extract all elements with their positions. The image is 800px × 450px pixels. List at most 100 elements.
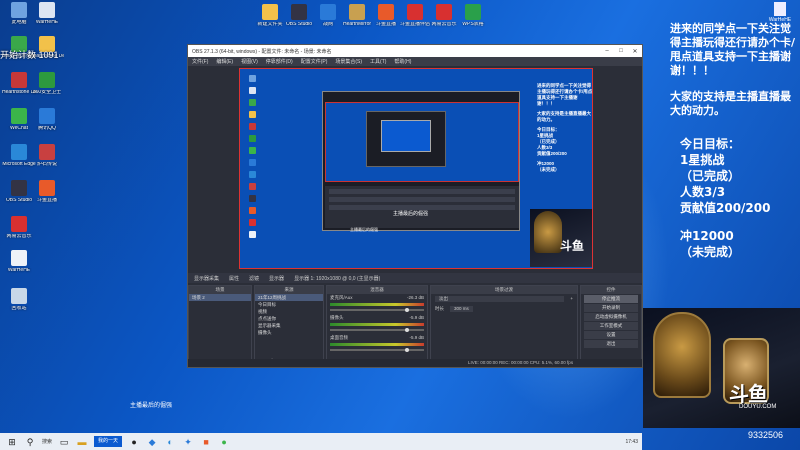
obs-titlebar[interactable]: OBS 27.1.3 (64-bit, windows) - 配置文件: 未命名… — [188, 45, 642, 57]
app-icon — [39, 144, 55, 160]
volume-slider[interactable] — [330, 348, 424, 352]
app-icon — [39, 108, 55, 124]
preview-icon — [248, 183, 256, 190]
obs-window[interactable]: OBS 27.1.3 (64-bit, windows) - 配置文件: 未命名… — [187, 44, 643, 368]
search-icon[interactable]: ⚲ — [24, 436, 36, 448]
toolbar-item[interactable]: 显示器采集 — [194, 275, 219, 282]
wechat-icon[interactable]: ● — [218, 436, 230, 448]
goal-3: 贡献值200/200 — [680, 201, 771, 215]
douyu-icon[interactable]: ■ — [200, 436, 212, 448]
battlenet-icon[interactable]: ✦ — [182, 436, 194, 448]
preview-desktop-icons — [242, 75, 262, 243]
source-item[interactable]: 点点送你 — [255, 315, 323, 322]
scenes-header: 场景 — [189, 286, 251, 294]
toolbar-item[interactable]: 属性 — [229, 275, 239, 282]
control-button[interactable]: 开始录制 — [584, 304, 638, 312]
volume-slider[interactable] — [330, 328, 424, 332]
preview-goal-4-status: （未完成） — [537, 167, 560, 172]
source-item[interactable]: 今日目标 — [255, 301, 323, 308]
counter-text: 开始计数 1091 — [0, 50, 59, 60]
app-icon — [11, 250, 27, 266]
transition-duration-row: 时长 300 ms — [431, 304, 577, 314]
menu-item[interactable]: 帮助(H) — [394, 58, 411, 65]
app-icon — [39, 72, 55, 88]
control-button[interactable]: 退出 — [584, 340, 638, 348]
mixer-channel-head: 桌面音频 -5.9 dB — [330, 335, 424, 341]
obs-preview[interactable]: 主播最后的倔强 进来的同学点一下关注觉得主播玩得还行请办个卡/甩点道具支持一下主… — [239, 68, 593, 269]
obs-icon[interactable]: ● — [128, 436, 140, 448]
taskbar: ⊞ ⚲ 搜索 ▭ ▬ 我的一天 ● ◆ ◐ ✦ ■ ● 17:43 — [0, 433, 642, 450]
windows-start-icon[interactable]: ⊞ — [6, 436, 18, 448]
goal-1: 1星挑战 — [680, 153, 725, 167]
taskbar-active-app[interactable]: 我的一天 — [94, 436, 123, 447]
desktop-icon-corner-file[interactable]: WarHeHE — [760, 2, 800, 23]
close-icon[interactable]: ✕ — [628, 48, 642, 55]
duration-input[interactable]: 300 ms — [450, 306, 473, 312]
preview-overlay-support: 大家的支持是主播直播最大的动力。 — [537, 111, 591, 122]
menu-item[interactable]: 编辑(E) — [216, 58, 233, 65]
scenes-dock: 场景 场景 2 + − ∧ ∨ — [188, 285, 252, 367]
toolbar-item[interactable]: 显示器 1: 1920x1080 @ 0,0 (主显示器) — [294, 275, 380, 282]
menu-item[interactable]: 工具(T) — [370, 58, 386, 65]
mixer-channel-name: 麦克风/Aux — [330, 295, 353, 300]
obs-docks: 场景 场景 2 + − ∧ ∨ 来源 21年12周挑战今日目标视频点点送你显示器… — [188, 285, 642, 367]
menu-item[interactable]: 视图(V) — [241, 58, 258, 65]
qq-icon[interactable]: ◆ — [146, 436, 158, 448]
search-label[interactable]: 搜索 — [42, 438, 52, 445]
desktop-icon[interactable]: 回收站 — [2, 288, 36, 312]
stream-overlay-text: 进来的同学点一下关注觉得主播玩得还行请办个卡/甩点道具支持一下主播谢谢！！！ 大… — [670, 22, 800, 260]
preview-icon — [248, 135, 256, 142]
desktop-icon[interactable]: 网易云音乐 — [2, 216, 36, 240]
app-icon — [378, 4, 394, 20]
tray-clock: 17:43 — [625, 438, 638, 445]
edge-icon[interactable]: ◐ — [164, 436, 176, 448]
menu-item[interactable]: 配置文件(P) — [301, 58, 328, 65]
desktop-icon[interactable]: 炉石传说 — [30, 144, 64, 168]
preview-overlay-note: 进来的同学点一下关注觉得主播玩得还行请办个卡/甩点道具支持一下主播谢谢！！！ — [537, 83, 593, 106]
preview-icon — [248, 219, 256, 226]
sources-list: 21年12周挑战 今日目标 视频 点点送你 显示器采集 摄像头 — [255, 294, 323, 336]
sources-header: 来源 — [255, 286, 323, 294]
desktop-icon[interactable]: 斗鱼直播 — [30, 180, 64, 204]
control-button[interactable]: 设置 — [584, 331, 638, 339]
mixer-header: 混音器 — [327, 286, 427, 294]
task-view-icon[interactable]: ▭ — [58, 436, 70, 448]
goal-1-status: （已完成） — [680, 169, 741, 183]
source-item[interactable]: 21年12周挑战 — [255, 294, 323, 301]
minimize-icon[interactable]: – — [600, 48, 614, 54]
controls-list: 停止推流 开始录制 启动虚拟摄像机 工作室模式 设置 退出 — [581, 295, 641, 348]
desktop-icon[interactable]: 360安全卫士 — [30, 72, 64, 96]
transition-type-select[interactable]: 淡出 — [435, 296, 565, 302]
nested-deep-screen — [381, 120, 431, 152]
mixer-channel-name: 摄像头 — [330, 315, 344, 320]
scene-item[interactable]: 场景 2 — [189, 294, 251, 301]
file-explorer-icon[interactable]: ▬ — [76, 436, 88, 448]
add-transition-icon[interactable]: + — [570, 296, 573, 302]
desktop-icon[interactable]: WarHeHE — [30, 2, 64, 26]
transitions-dock: 场景过渡 淡出 + 时长 300 ms — [430, 285, 578, 367]
desktop-icon[interactable]: WPS表格 — [456, 4, 490, 28]
mixer-channel: 摄像头 -5.9 dB — [327, 314, 427, 334]
maximize-icon[interactable]: □ — [614, 48, 628, 54]
toolbar-item[interactable]: 滤镜 — [249, 275, 259, 282]
overlay-goals: 今日目标： 1星挑战 （已完成） 人数3/3 贡献值200/200 冲12000… — [670, 136, 800, 260]
menu-item[interactable]: 场景集合(S) — [335, 58, 362, 65]
preview-icon — [248, 123, 256, 130]
mixer-channel-db: -5.9 dB — [409, 315, 424, 320]
source-item[interactable]: 显示器采集 — [255, 322, 323, 329]
source-item[interactable]: 视频 — [255, 308, 323, 315]
desktop-icon[interactable]: 腾讯QQ — [30, 108, 64, 132]
control-button[interactable]: 工作室模式 — [584, 322, 638, 330]
menu-item[interactable]: 文件(F) — [192, 58, 208, 65]
toolbar-item[interactable]: 显示器 — [269, 275, 284, 282]
volume-slider[interactable] — [330, 308, 424, 312]
douyu-logo: 斗鱼 — [729, 382, 768, 406]
controls-dock: 控件 停止推流 开始录制 启动虚拟摄像机 工作室模式 设置 退出 — [580, 285, 642, 367]
control-button[interactable]: 启动虚拟摄像机 — [584, 313, 638, 321]
source-item[interactable]: 摄像头 — [255, 329, 323, 336]
app-icon — [11, 2, 27, 18]
desktop-icon[interactable]: WarHeHE — [2, 250, 36, 274]
control-button[interactable]: 停止推流 — [584, 295, 638, 303]
desktop-icon-label: 回收站 — [11, 306, 27, 311]
menu-item[interactable]: 停靠部件(D) — [266, 58, 293, 65]
